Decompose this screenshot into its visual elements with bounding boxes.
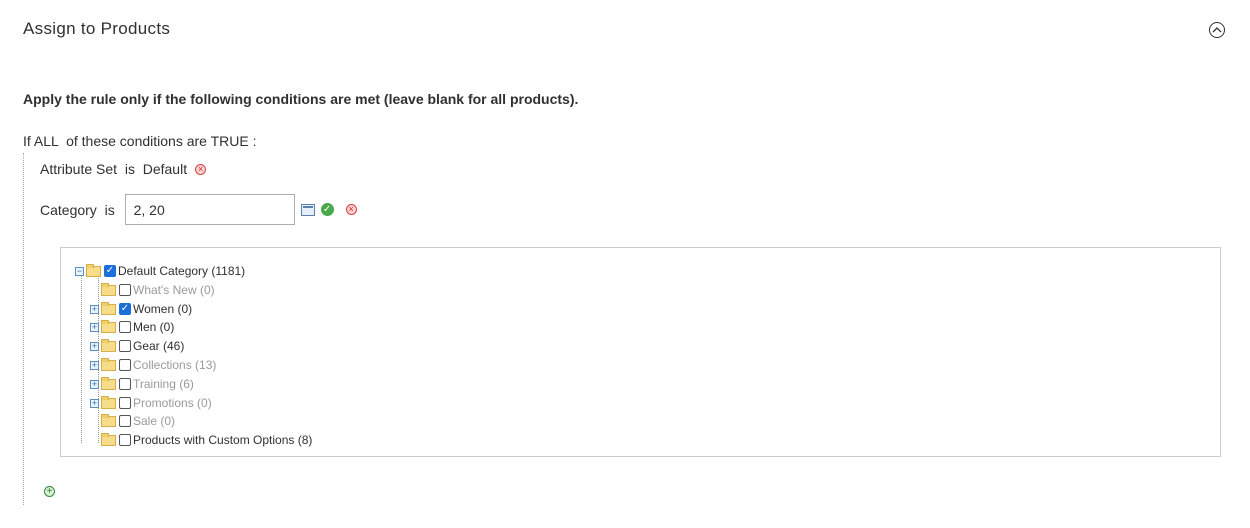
tree-node-label[interactable]: Promotions (0) — [133, 396, 212, 410]
condition-value[interactable]: Default — [143, 161, 187, 177]
tree-node[interactable]: + Promotions (0) — [90, 394, 212, 412]
remove-condition-icon[interactable]: × — [195, 163, 207, 175]
folder-icon — [101, 376, 116, 390]
section-title: Assign to Products — [23, 19, 171, 38]
category-checkbox[interactable] — [119, 397, 131, 409]
tree-node-label[interactable]: Men (0) — [133, 320, 174, 334]
tree-node[interactable]: + Gear (46) — [90, 337, 184, 355]
condition-row: Attribute Set is Default × — [40, 161, 207, 177]
folder-icon — [101, 432, 116, 446]
tree-node[interactable]: + Men (0) — [90, 318, 174, 336]
folder-icon — [101, 282, 116, 296]
condition-operator[interactable]: is — [105, 202, 115, 218]
tree-connector-line — [81, 271, 82, 443]
expand-node-icon[interactable]: + — [90, 398, 99, 408]
tree-node-label[interactable]: Training (6) — [133, 377, 194, 391]
expand-node-icon[interactable]: + — [90, 341, 99, 351]
apply-checkmark-icon[interactable]: ✓ — [320, 203, 334, 216]
tree-node-label[interactable]: Women (0) — [133, 302, 192, 316]
folder-icon — [101, 301, 116, 315]
folder-open-icon — [86, 263, 101, 277]
expand-node-icon[interactable]: + — [90, 360, 99, 370]
tree-node[interactable]: + ✓ Women (0) — [90, 300, 192, 318]
condition-attribute[interactable]: Attribute Set — [40, 161, 117, 177]
tree-node-root[interactable]: − ✓ Default Category (1181) — [75, 262, 245, 280]
expand-node-icon[interactable]: + — [90, 379, 99, 389]
tree-node-label[interactable]: What's New (0) — [133, 283, 215, 297]
folder-icon — [101, 395, 116, 409]
tree-node-label[interactable]: Products with Custom Options (8) — [133, 433, 312, 447]
tree-node[interactable]: Products with Custom Options (8) — [90, 431, 312, 449]
category-checkbox[interactable] — [119, 321, 131, 333]
folder-icon — [101, 413, 116, 427]
expand-node-icon[interactable]: + — [90, 304, 99, 314]
category-tree-panel: − ✓ Default Category (1181) What's New (… — [60, 247, 1221, 457]
tree-node-label[interactable]: Gear (46) — [133, 339, 184, 353]
conditions-tree-line — [23, 153, 25, 505]
remove-condition-icon[interactable]: × — [345, 204, 357, 215]
chevron-up-icon — [1212, 27, 1222, 33]
category-checkbox[interactable]: ✓ — [119, 303, 131, 315]
aggregator-value-select[interactable]: TRUE — [211, 133, 249, 149]
category-checkbox[interactable] — [119, 359, 131, 371]
folder-icon — [101, 319, 116, 333]
tree-node-label[interactable]: Collections (13) — [133, 358, 216, 372]
tree-node[interactable]: + Training (6) — [90, 375, 194, 393]
add-condition-icon[interactable]: + — [44, 486, 55, 497]
aggregator-middle: of these conditions are — [66, 133, 207, 149]
condition-attribute[interactable]: Category — [40, 202, 97, 218]
if-prefix: If — [23, 133, 31, 149]
collapse-button[interactable] — [1209, 22, 1225, 38]
tree-node-label[interactable]: Sale (0) — [133, 414, 175, 428]
category-value-input[interactable] — [124, 194, 295, 225]
aggregator-suffix: : — [252, 133, 257, 149]
open-chooser-icon[interactable] — [300, 203, 315, 216]
aggregator-select[interactable]: ALL — [34, 133, 58, 149]
folder-icon — [101, 357, 116, 371]
expand-node-icon[interactable]: + — [90, 322, 99, 332]
category-checkbox[interactable] — [119, 284, 131, 296]
conditions-aggregator-line: If ALL of these conditions are TRUE : — [23, 133, 257, 149]
tree-node[interactable]: + Collections (13) — [90, 356, 216, 374]
collapse-node-icon[interactable]: − — [75, 266, 84, 276]
folder-icon — [101, 338, 116, 352]
tree-node[interactable]: Sale (0) — [90, 412, 175, 430]
tree-node-label[interactable]: Default Category (1181) — [118, 264, 245, 278]
tree-node[interactable]: What's New (0) — [90, 281, 215, 299]
condition-row: Category is ✓ × — [40, 194, 357, 225]
category-checkbox[interactable] — [119, 434, 131, 446]
category-checkbox[interactable] — [119, 340, 131, 352]
conditions-description: Apply the rule only if the following con… — [23, 91, 579, 107]
condition-operator[interactable]: is — [125, 161, 135, 177]
category-checkbox[interactable] — [119, 378, 131, 390]
category-checkbox[interactable] — [119, 415, 131, 427]
category-checkbox[interactable]: ✓ — [104, 265, 116, 277]
